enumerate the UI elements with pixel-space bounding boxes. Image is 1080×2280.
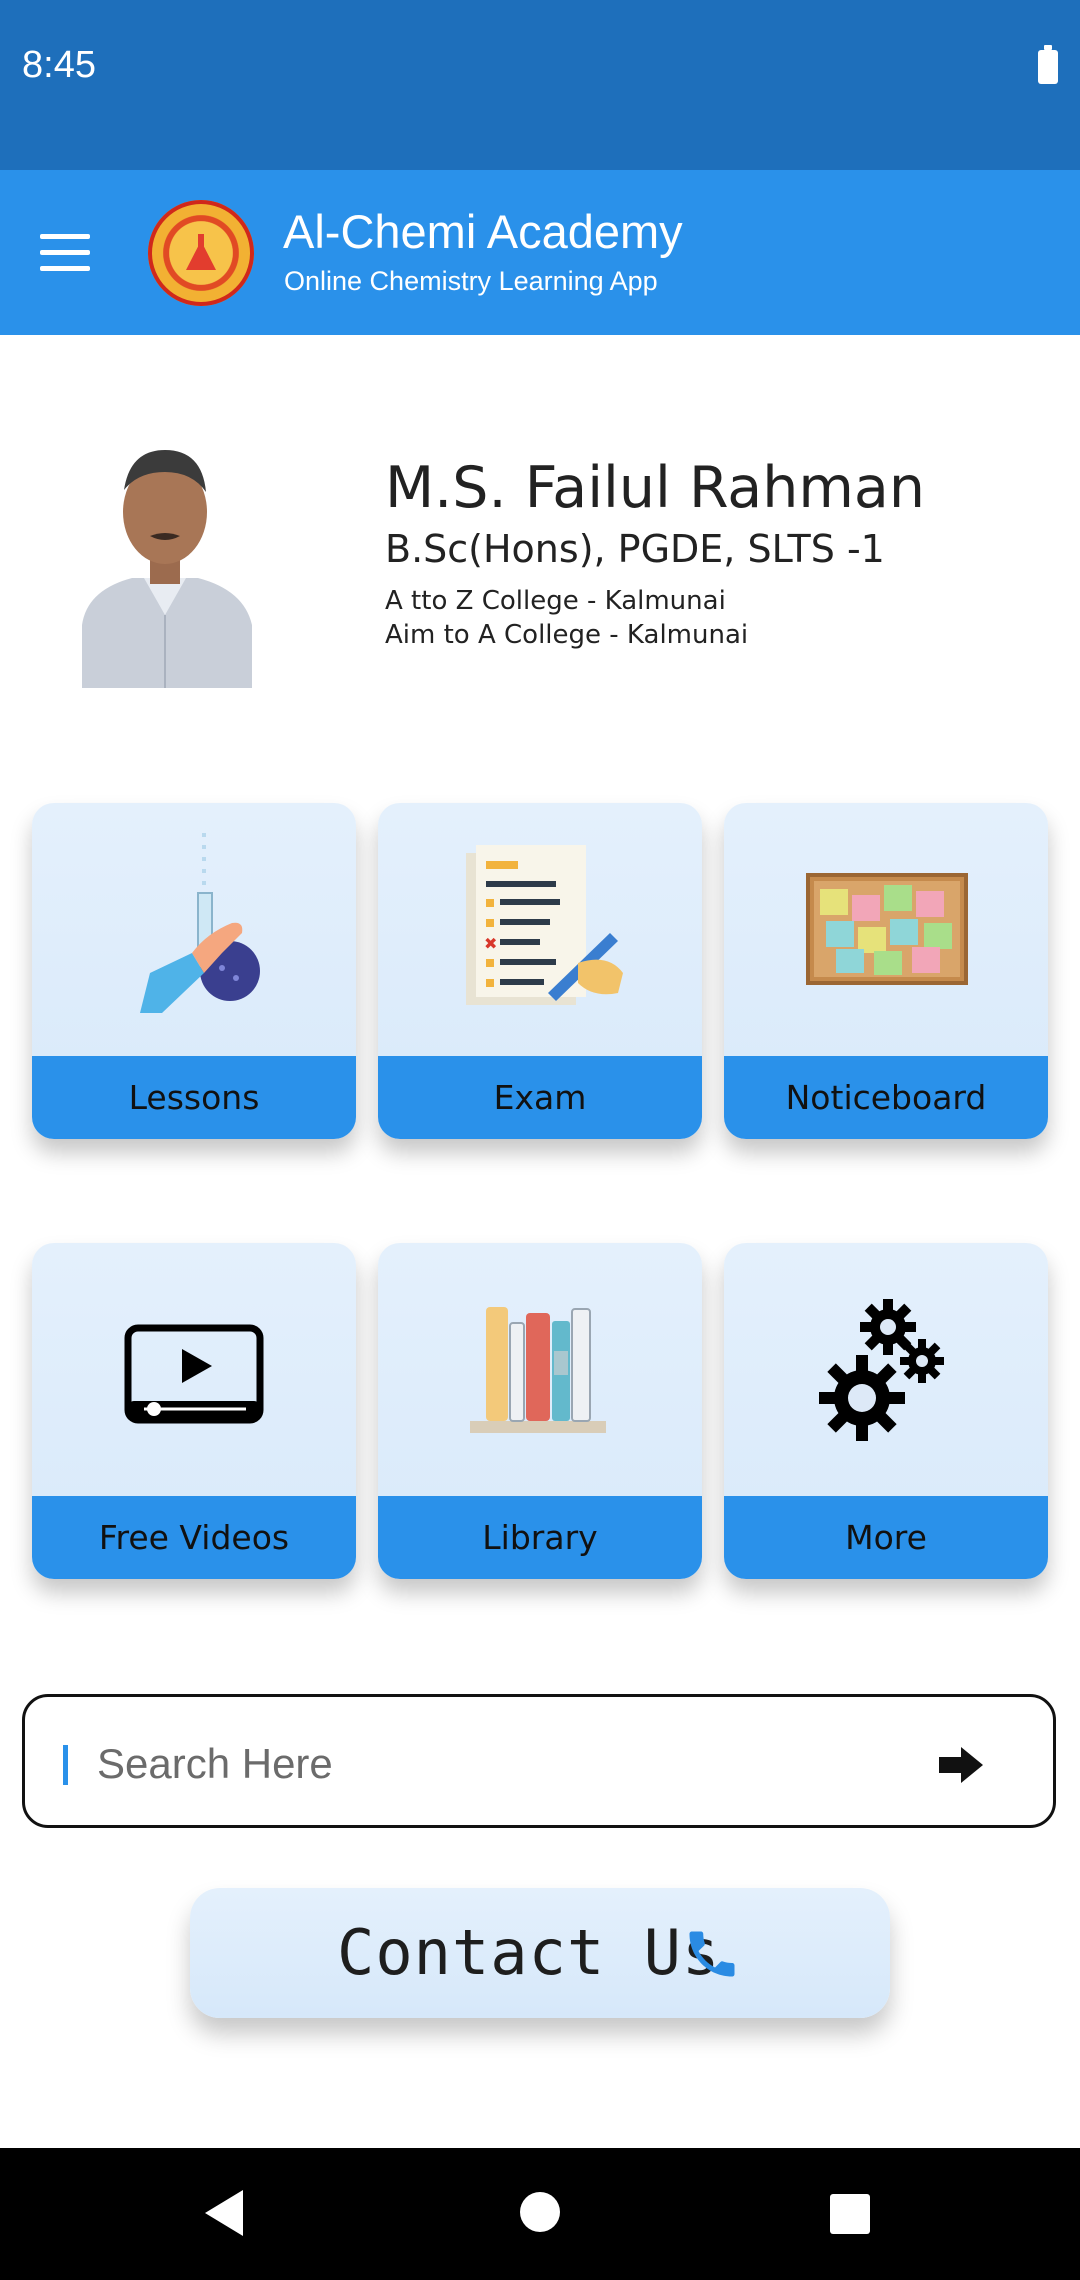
battery-icon (1038, 45, 1058, 84)
tile-label-bar: Lessons (32, 1056, 356, 1139)
back-icon[interactable] (205, 2190, 243, 2236)
tile-label: Library (482, 1518, 598, 1557)
tile-exam[interactable]: ✖ Exam (378, 803, 702, 1139)
tile-label-bar: Library (378, 1496, 702, 1579)
tile-library[interactable]: Library (378, 1243, 702, 1579)
tile-label-bar: Noticeboard (724, 1056, 1048, 1139)
status-bar: 8:45 (0, 0, 1080, 170)
app-subtitle: Online Chemistry Learning App (284, 266, 658, 296)
noticeboard-icon (724, 803, 1048, 1056)
tile-noticeboard[interactable]: Noticeboard (724, 803, 1048, 1139)
tile-label: Free Videos (98, 1518, 290, 1557)
tile-label: Lessons (128, 1078, 260, 1117)
flask-icon (32, 803, 356, 1056)
tile-more[interactable]: More (724, 1243, 1048, 1579)
video-player-icon (32, 1243, 356, 1496)
exam-paper-icon: ✖ (378, 803, 702, 1056)
tile-label-bar: Exam (378, 1056, 702, 1139)
tile-label-bar: More (724, 1496, 1048, 1579)
phone-icon (682, 1924, 742, 1984)
tile-label: More (845, 1518, 927, 1557)
teacher-photo (72, 420, 258, 688)
hamburger-menu-icon[interactable] (40, 234, 90, 272)
books-icon (378, 1243, 702, 1496)
tile-label: Noticeboard (785, 1078, 987, 1117)
tile-label: Exam (493, 1078, 587, 1117)
home-icon[interactable] (520, 2192, 560, 2232)
tile-lessons[interactable]: Lessons (32, 803, 356, 1139)
recent-apps-icon[interactable] (830, 2194, 870, 2234)
teacher-degree: B.Sc(Hons), PGDE, SLTS -1 (385, 527, 885, 571)
system-navigation-bar (0, 2148, 1080, 2280)
teacher-college-2: Aim to A College - Kalmunai (385, 620, 749, 650)
status-time: 8:45 (22, 44, 96, 86)
gears-icon (724, 1243, 1048, 1496)
text-cursor (63, 1745, 68, 1785)
app-bar: Al-Chemi Academy Online Chemistry Learni… (0, 170, 1080, 335)
teacher-name: M.S. Failul Rahman (385, 455, 925, 521)
app-title: Al-Chemi Academy (283, 205, 683, 258)
arrow-right-icon[interactable] (937, 1745, 987, 1785)
search-box[interactable] (22, 1694, 1056, 1828)
tile-label-bar: Free Videos (32, 1496, 356, 1579)
search-input[interactable] (95, 1733, 919, 1795)
svg-text:✖: ✖ (484, 934, 497, 953)
tile-free-videos[interactable]: Free Videos (32, 1243, 356, 1579)
contact-us-button[interactable]: Contact Us (190, 1888, 890, 2018)
academy-logo (148, 200, 254, 306)
contact-us-label: Contact Us (337, 1916, 721, 1989)
teacher-college-1: A tto Z College - Kalmunai (385, 586, 726, 616)
